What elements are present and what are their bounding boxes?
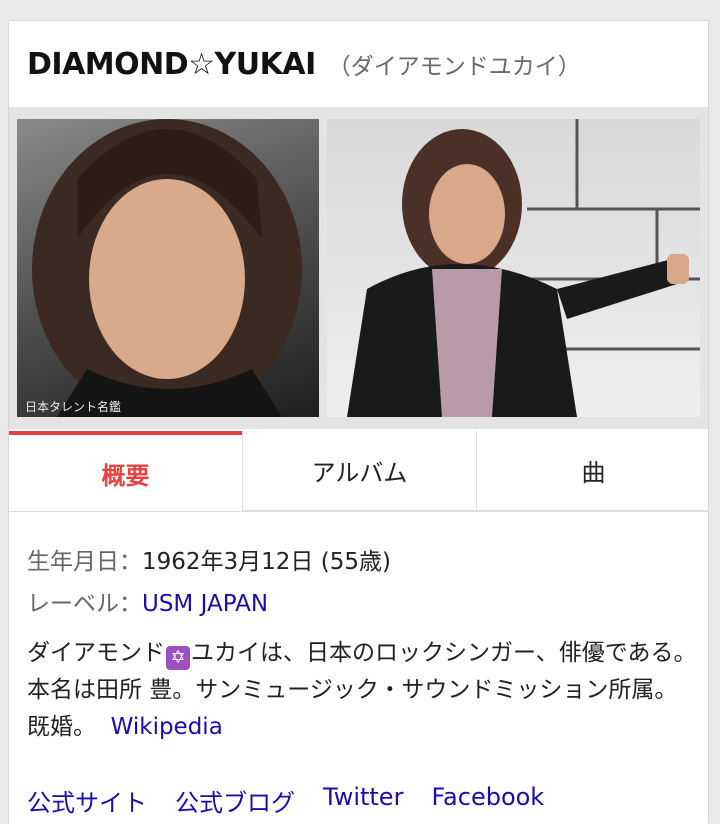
photo-caption: 日本タレント名鑑 bbox=[25, 399, 121, 414]
birthdate-value: 1962年3月12日 (55歳) bbox=[142, 549, 391, 575]
tab-bar: 概要 アルバム 曲 bbox=[9, 431, 708, 512]
artist-name: DIAMOND☆YUKAI bbox=[27, 46, 316, 82]
knowledge-card: DIAMOND☆YUKAI （ダイアモンドユカイ） 日本タレント名鑑 概要 アル… bbox=[8, 20, 709, 824]
record-label-label: レーベル： bbox=[27, 591, 142, 617]
external-links: 公式サイト 公式ブログ Twitter Facebook bbox=[27, 783, 544, 818]
star-of-david-icon: ✡ bbox=[166, 646, 190, 670]
label-row: レーベル：USM JAPAN bbox=[27, 583, 697, 625]
description-text-1: ダイアモンド bbox=[27, 640, 165, 666]
artist-portrait-standing bbox=[347, 119, 700, 417]
tab-overview[interactable]: 概要 bbox=[9, 431, 242, 511]
artist-photo-2[interactable] bbox=[327, 119, 700, 417]
artist-reading: （ダイアモンドユカイ） bbox=[327, 54, 581, 80]
overview-panel: 生年月日：1962年3月12日 (55歳) レーベル：USM JAPAN ダイア… bbox=[27, 541, 697, 746]
birthdate-label: 生年月日： bbox=[27, 549, 142, 575]
official-site-link[interactable]: 公式サイト bbox=[27, 783, 147, 818]
artist-portrait-closeup: 日本タレント名鑑 bbox=[25, 119, 302, 417]
twitter-link[interactable]: Twitter bbox=[323, 783, 403, 818]
wikipedia-link[interactable]: Wikipedia bbox=[111, 714, 223, 740]
tab-albums[interactable]: アルバム bbox=[242, 431, 476, 511]
facebook-link[interactable]: Facebook bbox=[431, 783, 544, 818]
record-label-link[interactable]: USM JAPAN bbox=[142, 591, 268, 617]
official-blog-link[interactable]: 公式ブログ bbox=[175, 783, 295, 818]
card-header: DIAMOND☆YUKAI （ダイアモンドユカイ） bbox=[9, 21, 708, 107]
birthdate-row: 生年月日：1962年3月12日 (55歳) bbox=[27, 541, 697, 583]
image-gallery: 日本タレント名鑑 bbox=[9, 107, 708, 429]
tab-songs[interactable]: 曲 bbox=[476, 431, 708, 511]
artist-photo-1[interactable]: 日本タレント名鑑 bbox=[17, 119, 319, 417]
description: ダイアモンド ✡ ユカイは、日本のロックシンガー、俳優である。本名は田所 豊。サンミ… bbox=[27, 635, 697, 746]
